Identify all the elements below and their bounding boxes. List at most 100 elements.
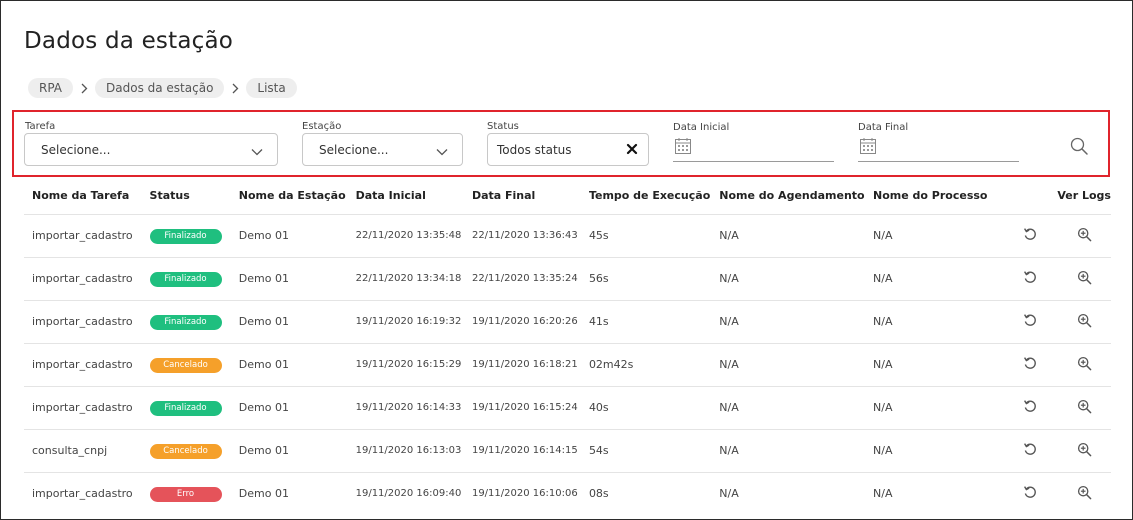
status-badge: Finalizado: [149, 400, 222, 416]
cell-nome-tarefa: importar_cadastro: [24, 385, 142, 429]
cell-ver-logs: [1057, 428, 1111, 472]
cell-nome-estacao: Demo 01: [230, 342, 348, 386]
column-header-data-final[interactable]: Data Final: [464, 177, 581, 214]
table-header-row: Nome da Tarefa Status Nome da Estação Da…: [24, 177, 1111, 214]
status-label: Status: [487, 121, 519, 132]
cell-retry: [987, 299, 1058, 343]
cell-ver-logs: [1057, 213, 1111, 257]
column-header-tempo-execucao[interactable]: Tempo de Execução: [581, 177, 711, 214]
cell-retry: [987, 471, 1058, 515]
status-badge: Finalizado: [149, 228, 222, 244]
column-header-nome-agendamento[interactable]: Nome do Agendamento: [711, 177, 865, 214]
zoom-in-icon[interactable]: [1077, 442, 1092, 460]
table-row: importar_cadastro Finalizado Demo 01 19/11/…: [24, 299, 1111, 343]
table-body: importar_cadastro Finalizado Demo 01 22/11/…: [24, 213, 1111, 515]
column-header-nome-estacao[interactable]: Nome da Estação: [231, 177, 348, 214]
cell-nome-estacao: Demo 01: [230, 428, 348, 472]
cell-data-final: 19/11/2020 16:14:15: [463, 428, 581, 472]
breadcrumb-item-lista: Lista: [246, 78, 297, 98]
cell-data-inicial: 19/11/2020 16:15:29: [347, 342, 464, 386]
zoom-in-icon[interactable]: [1077, 227, 1092, 245]
cell-nome-tarefa: importar_cadastro: [24, 299, 142, 343]
chevron-right-icon: [224, 83, 246, 94]
cell-data-inicial: 22/11/2020 13:34:18: [347, 256, 464, 300]
search-icon[interactable]: [1069, 136, 1089, 156]
status-badge: Cancelado: [149, 357, 222, 373]
column-header-actions: [987, 177, 1057, 214]
cell-tempo-execucao: 56s: [580, 256, 712, 300]
cell-nome-agendamento: N/A: [711, 471, 866, 515]
cell-nome-estacao: Demo 01: [230, 385, 348, 429]
status-select[interactable]: Todos status: [487, 133, 649, 166]
cell-status: Finalizado: [141, 256, 231, 300]
app-frame: Dados da estação RPA Dados da estação Li…: [0, 0, 1133, 520]
retry-icon[interactable]: [1023, 442, 1037, 459]
filter-panel: Tarefa Selecione... Estação Selecione...…: [12, 110, 1110, 177]
breadcrumb: RPA Dados da estação Lista: [28, 78, 297, 98]
cell-nome-agendamento: N/A: [711, 428, 866, 472]
data-final-input[interactable]: [858, 134, 1019, 162]
retry-icon[interactable]: [1023, 227, 1037, 244]
retry-icon[interactable]: [1023, 399, 1037, 416]
chevron-down-icon: [251, 145, 263, 159]
cell-nome-estacao: Demo 01: [230, 256, 348, 300]
cell-status: Finalizado: [141, 213, 231, 257]
tarefa-select[interactable]: Selecione...: [24, 133, 278, 166]
cell-data-final: 19/11/2020 16:20:26: [463, 299, 581, 343]
cell-data-inicial: 19/11/2020 16:09:40: [347, 471, 464, 515]
column-header-nome-tarefa[interactable]: Nome da Tarefa: [24, 177, 142, 214]
column-header-data-inicial[interactable]: Data Inicial: [348, 177, 464, 214]
cell-tempo-execucao: 41s: [580, 299, 712, 343]
zoom-in-icon[interactable]: [1077, 313, 1092, 331]
cell-nome-processo: N/A: [865, 428, 988, 472]
cell-tempo-execucao: 40s: [580, 385, 712, 429]
cell-ver-logs: [1057, 256, 1111, 300]
cell-nome-agendamento: N/A: [711, 342, 866, 386]
cell-ver-logs: [1057, 471, 1111, 515]
table-row: importar_cadastro Finalizado Demo 01 22/11/…: [24, 256, 1111, 300]
cell-nome-processo: N/A: [865, 342, 988, 386]
breadcrumb-item-dados-estacao[interactable]: Dados da estação: [95, 78, 225, 98]
chevron-right-icon: [73, 83, 95, 94]
cell-data-final: 19/11/2020 16:10:06: [463, 471, 581, 515]
cell-status: Finalizado: [141, 299, 231, 343]
zoom-in-icon[interactable]: [1077, 356, 1092, 374]
cell-nome-estacao: Demo 01: [230, 299, 348, 343]
retry-icon[interactable]: [1023, 485, 1037, 502]
cell-nome-tarefa: importar_cadastro: [24, 256, 142, 300]
cell-nome-estacao: Demo 01: [230, 471, 348, 515]
cell-nome-processo: N/A: [865, 385, 988, 429]
column-header-status[interactable]: Status: [142, 177, 231, 214]
retry-icon[interactable]: [1023, 313, 1037, 330]
cell-data-inicial: 19/11/2020 16:19:32: [347, 299, 464, 343]
calendar-icon[interactable]: [859, 137, 877, 159]
table-row: importar_cadastro Cancelado Demo 01 19/11/2…: [24, 342, 1111, 386]
cell-nome-processo: N/A: [865, 299, 988, 343]
retry-icon[interactable]: [1023, 270, 1037, 287]
cell-tempo-execucao: 02m42s: [580, 342, 712, 386]
close-icon[interactable]: [626, 143, 638, 158]
data-inicial-label: Data Inicial: [673, 122, 730, 133]
column-header-nome-processo[interactable]: Nome do Processo: [865, 177, 987, 214]
zoom-in-icon[interactable]: [1077, 485, 1092, 503]
retry-icon[interactable]: [1023, 356, 1037, 373]
cell-data-inicial: 19/11/2020 16:13:03: [347, 428, 464, 472]
table-row: importar_cadastro Finalizado Demo 01 22/11/…: [24, 213, 1111, 257]
cell-nome-estacao: Demo 01: [230, 213, 348, 257]
estacao-select[interactable]: Selecione...: [302, 133, 463, 166]
cell-nome-agendamento: N/A: [711, 385, 866, 429]
data-inicial-input[interactable]: [673, 134, 834, 162]
cell-data-inicial: 19/11/2020 16:14:33: [347, 385, 464, 429]
cell-nome-processo: N/A: [865, 471, 988, 515]
tarefa-select-value: Selecione...: [41, 142, 111, 157]
cell-status: Erro: [141, 471, 231, 515]
zoom-in-icon[interactable]: [1077, 270, 1092, 288]
calendar-icon[interactable]: [674, 137, 692, 159]
cell-tempo-execucao: 08s: [580, 471, 712, 515]
cell-retry: [987, 385, 1058, 429]
breadcrumb-item-rpa[interactable]: RPA: [28, 78, 74, 98]
executions-table: Nome da Tarefa Status Nome da Estação Da…: [24, 177, 1111, 515]
cell-data-final: 22/11/2020 13:36:43: [463, 213, 581, 257]
zoom-in-icon[interactable]: [1077, 399, 1092, 417]
cell-data-inicial: 22/11/2020 13:35:48: [347, 213, 464, 257]
